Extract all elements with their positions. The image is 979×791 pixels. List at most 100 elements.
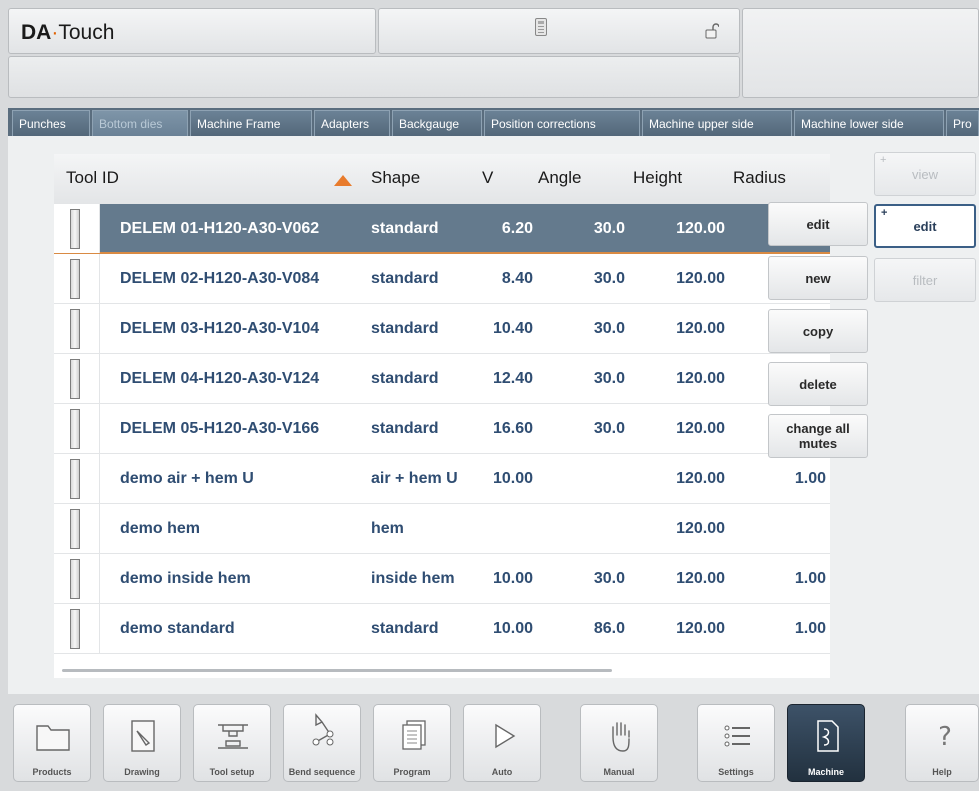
nav-auto[interactable]: Auto (463, 704, 541, 782)
table-row[interactable]: demo air + hem U air + hem U 10.00 120.00 1.… (54, 454, 830, 504)
cell-shape: hem (371, 520, 404, 537)
cell-v: 12.40 (492, 370, 533, 387)
cell-angle: 86.0 (593, 620, 625, 637)
nav-machine-label: Machine (807, 767, 844, 777)
nav-program[interactable]: Program (373, 704, 451, 782)
sort-ascending-icon[interactable] (334, 175, 352, 186)
cell-tool-id: DELEM 03-H120-A30-V104 (120, 320, 320, 337)
cell-v: 6.20 (501, 220, 533, 237)
settings-list-icon (718, 717, 756, 755)
table-row[interactable]: demo standard standard 10.00 86.0 120.00 1.00 (54, 604, 830, 654)
machine-icon (808, 717, 846, 755)
header-height[interactable]: Height (633, 168, 682, 188)
cell-height: 120.00 (676, 520, 725, 537)
nav-tool-setup[interactable]: Tool setup (193, 704, 271, 782)
tab-position-corrections[interactable]: Position corrections (484, 110, 640, 136)
table-row[interactable]: DELEM 01-H120-A30-V062 standard 6.20 30.0 12… (54, 204, 830, 254)
die-thumbnail-icon (54, 354, 100, 403)
nav-drawing[interactable]: Drawing (103, 704, 181, 782)
die-thumbnail-icon (54, 254, 100, 303)
tab-bottom-dies[interactable]: Bottom dies (92, 110, 188, 136)
edit-button[interactable]: + edit (874, 204, 976, 248)
calculator-icon[interactable] (535, 18, 547, 36)
nav-manual-label: Manual (603, 767, 635, 777)
cell-angle: 30.0 (593, 370, 625, 387)
program-icon (394, 717, 432, 755)
header-message-bar (8, 56, 740, 98)
bottom-navigation: Products Drawing Tool setup Bend sequenc… (0, 694, 979, 791)
cell-shape: standard (371, 320, 439, 337)
cell-height: 120.00 (676, 470, 725, 487)
header-status-panel (378, 8, 740, 54)
horizontal-scrollbar[interactable] (62, 669, 612, 672)
nav-settings[interactable]: Settings (697, 704, 775, 782)
nav-machine[interactable]: Machine (787, 704, 865, 782)
nav-tool-setup-label: Tool setup (209, 767, 255, 777)
header-tool-id[interactable]: Tool ID (66, 168, 119, 188)
table-row[interactable]: demo inside hem inside hem 10.00 30.0 120.00… (54, 554, 830, 604)
table-row[interactable]: DELEM 04-H120-A30-V124 standard 12.40 30.0 1… (54, 354, 830, 404)
popup-delete-button[interactable]: delete (768, 362, 868, 406)
die-thumbnail-icon (54, 404, 100, 453)
plus-icon: + (880, 154, 887, 166)
logo-rest: Touch (58, 21, 115, 44)
filter-button[interactable]: filter (874, 258, 976, 302)
header-title-panel: DA·Touch (8, 8, 376, 54)
header-v[interactable]: V (482, 168, 493, 188)
bend-sequence-icon (304, 711, 342, 749)
app-frame: DA·Touch Punches Bottom dies Machine Fra… (0, 0, 979, 791)
unlock-icon[interactable] (705, 23, 720, 39)
cell-v: 10.40 (492, 320, 533, 337)
nav-products[interactable]: Products (13, 704, 91, 782)
cell-angle: 30.0 (593, 270, 625, 287)
cell-v: 8.40 (501, 270, 533, 287)
table-row[interactable]: DELEM 05-H120-A30-V166 standard 16.60 30.0 1… (54, 404, 830, 454)
tab-backgauge[interactable]: Backgauge (392, 110, 482, 136)
view-button[interactable]: + view (874, 152, 976, 196)
cell-v: 10.00 (492, 620, 533, 637)
cell-height: 120.00 (676, 320, 725, 337)
tab-adapters[interactable]: Adapters (314, 110, 390, 136)
cell-angle: 30.0 (593, 220, 625, 237)
nav-bend-sequence[interactable]: Bend sequence (283, 704, 361, 782)
header-angle[interactable]: Angle (538, 168, 581, 188)
nav-products-label: Products (32, 767, 72, 777)
die-thumbnail-icon (54, 554, 100, 603)
popup-new-button[interactable]: new (768, 256, 868, 300)
cell-tool-id: DELEM 05-H120-A30-V166 (120, 420, 320, 437)
svg-text:?: ? (938, 722, 952, 752)
tab-bar: Punches Bottom dies Machine Frame Adapte… (8, 108, 979, 136)
table-row[interactable]: DELEM 03-H120-A30-V104 standard 10.40 30.0 1… (54, 304, 830, 354)
popup-change-all-mutes-button[interactable]: change all mutes (768, 414, 868, 458)
tab-machine-upper-side[interactable]: Machine upper side (642, 110, 792, 136)
table-row[interactable]: demo hem hem 120.00 (54, 504, 830, 554)
content-area: Tool ID Shape V Angle Height Radius DELE… (8, 136, 979, 694)
play-icon (484, 717, 522, 755)
nav-program-label: Program (393, 767, 431, 777)
edit-label: edit (913, 218, 937, 234)
popup-copy-button[interactable]: copy (768, 309, 868, 353)
header-radius[interactable]: Radius (733, 168, 786, 188)
tab-punches[interactable]: Punches (12, 110, 90, 136)
popup-edit-button[interactable]: edit (768, 202, 868, 246)
die-thumbnail-icon (54, 604, 100, 653)
drawing-icon (124, 717, 162, 755)
cell-tool-id: DELEM 04-H120-A30-V124 (120, 370, 320, 387)
hand-icon (601, 717, 639, 755)
nav-manual[interactable]: Manual (580, 704, 658, 782)
help-icon: ? (926, 717, 964, 755)
cell-tool-id: demo air + hem U (120, 470, 254, 487)
die-thumbnail-icon (54, 454, 100, 503)
tool-setup-icon (214, 717, 252, 755)
cell-radius: 1.00 (794, 620, 826, 637)
cell-shape: standard (371, 220, 439, 237)
cell-shape: standard (371, 420, 439, 437)
tab-machine-lower-side[interactable]: Machine lower side (794, 110, 944, 136)
header-shape[interactable]: Shape (371, 168, 420, 188)
tab-more[interactable]: Pro (946, 110, 979, 136)
table-row[interactable]: DELEM 02-H120-A30-V084 standard 8.40 30.0 12… (54, 254, 830, 304)
tab-machine-frame[interactable]: Machine Frame (190, 110, 312, 136)
nav-help[interactable]: ? Help (905, 704, 979, 782)
die-thumbnail-icon (54, 304, 100, 353)
logo-bold: DA (21, 21, 52, 44)
